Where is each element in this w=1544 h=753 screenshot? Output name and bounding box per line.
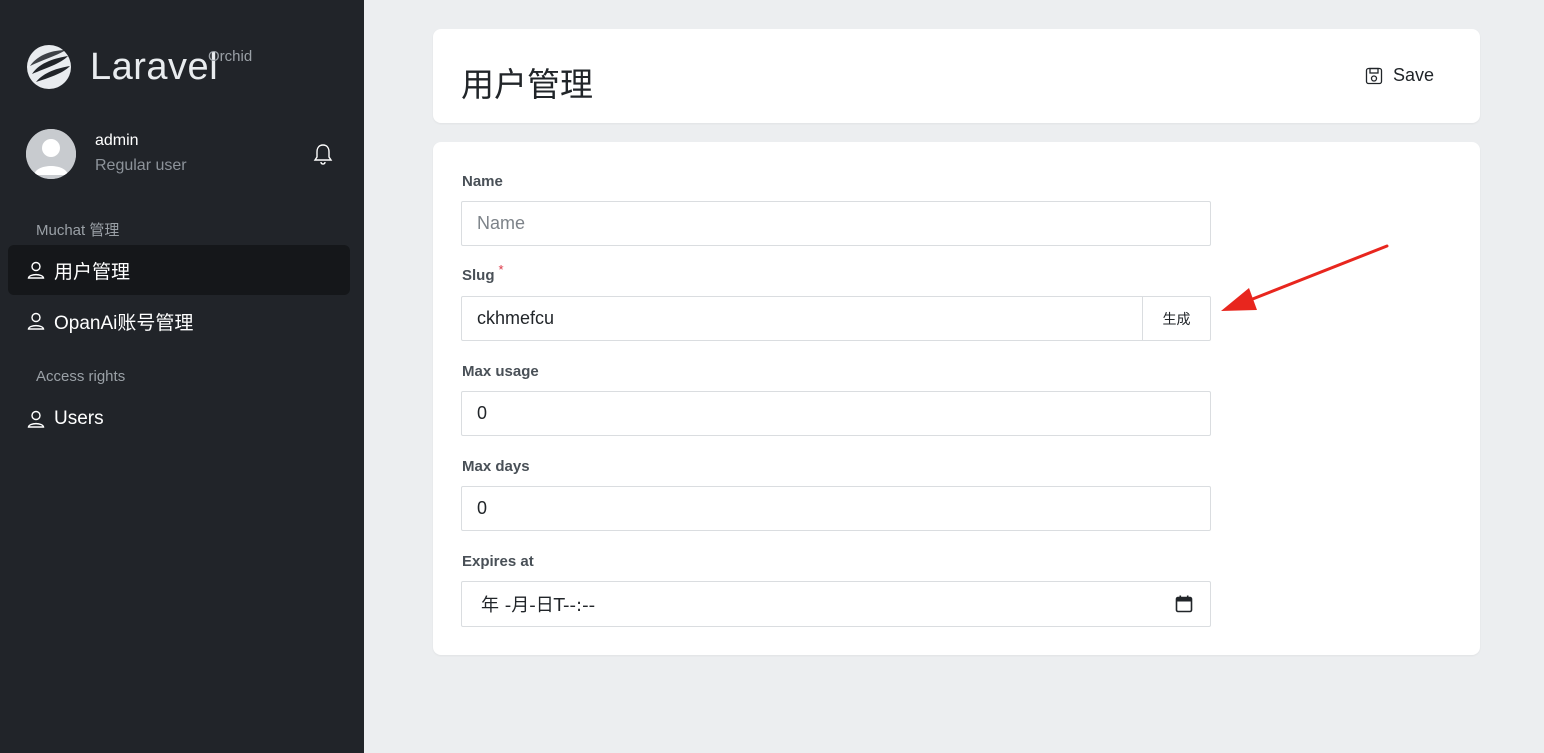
brand-name: Laravel bbox=[90, 45, 219, 88]
floppy-disk-icon bbox=[1365, 67, 1383, 84]
profile-name: admin bbox=[95, 132, 139, 149]
max-usage-input[interactable] bbox=[461, 391, 1211, 436]
sidebar: Laravel Orchid admin Regular user Muchat… bbox=[0, 0, 364, 753]
sidebar-item-label: OpanAi账号管理 bbox=[54, 312, 194, 334]
page-title: 用户管理 bbox=[461, 66, 593, 103]
name-input[interactable] bbox=[461, 201, 1211, 246]
calendar-icon[interactable] bbox=[1175, 595, 1193, 613]
page-header: 用户管理 Save bbox=[433, 29, 1480, 123]
save-button[interactable]: Save bbox=[1365, 65, 1434, 86]
sidebar-item-users[interactable]: Users bbox=[8, 394, 350, 444]
slug-input[interactable] bbox=[461, 296, 1143, 341]
brand-sub: Orchid bbox=[208, 48, 253, 65]
max-days-label: Max days bbox=[462, 458, 530, 475]
avatar-icon bbox=[26, 129, 76, 179]
bell-icon[interactable] bbox=[312, 142, 334, 166]
user-icon bbox=[27, 312, 45, 330]
max-days-input[interactable] bbox=[461, 486, 1211, 531]
avatar bbox=[26, 129, 76, 179]
nav-section-muchat: Muchat 管理 bbox=[36, 222, 120, 239]
required-marker: * bbox=[498, 262, 504, 277]
expires-at-value: 年 -月-日T--:-- bbox=[481, 595, 596, 616]
annotation-arrow-icon bbox=[1221, 244, 1389, 311]
sidebar-item-label: Users bbox=[54, 408, 104, 429]
brand[interactable]: Laravel Orchid bbox=[26, 44, 252, 90]
form-card: Name Slug* 生成 Max usage Max days Expires… bbox=[433, 142, 1480, 655]
user-profile[interactable]: admin Regular user bbox=[26, 129, 338, 179]
sidebar-item-openai-accounts[interactable]: OpanAi账号管理 bbox=[8, 296, 350, 346]
nav-section-access-rights: Access rights bbox=[36, 368, 126, 385]
save-button-label: Save bbox=[1392, 65, 1434, 85]
generate-slug-button[interactable]: 生成 bbox=[1142, 296, 1211, 341]
slug-label: Slug * bbox=[462, 262, 504, 284]
profile-role: Regular user bbox=[95, 157, 187, 174]
expires-at-label: Expires at bbox=[462, 553, 534, 570]
sidebar-item-label: 用户管理 bbox=[54, 261, 131, 283]
sidebar-item-user-management[interactable]: 用户管理 bbox=[8, 245, 350, 295]
user-icon bbox=[27, 410, 45, 428]
orchid-logo-icon bbox=[27, 45, 71, 89]
slug-label-text: Slug bbox=[462, 267, 495, 284]
max-usage-label: Max usage bbox=[462, 363, 539, 380]
expires-at-input[interactable]: 年 -月-日T--:-- bbox=[461, 581, 1211, 627]
user-icon bbox=[27, 261, 45, 279]
name-label: Name bbox=[462, 173, 503, 190]
